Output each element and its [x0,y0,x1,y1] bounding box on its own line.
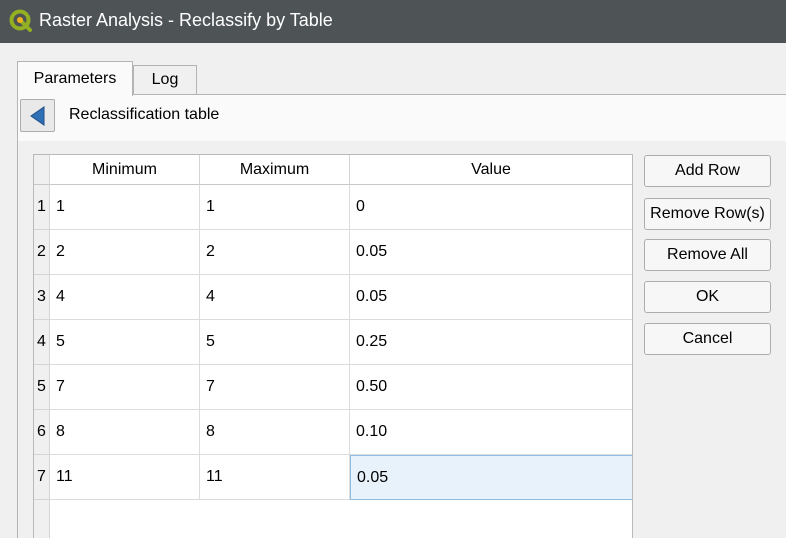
reclassify-body: Minimum Maximum Value 1 1 1 0 2 2 2 0.05 3 4 4 0.05 4 5 5… [18,141,786,538]
row-header[interactable]: 1 [34,185,50,230]
row-header[interactable]: 5 [34,365,50,410]
table-cell-maximum[interactable]: 8 [200,410,350,455]
table-cell-minimum[interactable]: 11 [50,455,200,500]
table-cell-maximum[interactable]: 7 [200,365,350,410]
remove-rows-button[interactable]: Remove Row(s) [644,198,771,230]
table-cell-maximum[interactable]: 4 [200,275,350,320]
row-header[interactable]: 3 [34,275,50,320]
table-cell-value[interactable]: 0.50 [350,365,632,410]
row-header-filler [34,500,50,538]
table-cell-minimum[interactable]: 2 [50,230,200,275]
table-cell-minimum[interactable]: 4 [50,275,200,320]
ok-button[interactable]: OK [644,281,771,313]
row-header[interactable]: 2 [34,230,50,275]
column-header-value[interactable]: Value [350,155,632,185]
table-cell-maximum[interactable]: 1 [200,185,350,230]
remove-all-button[interactable]: Remove All [644,239,771,271]
parameters-panel: Reclassification table Minimum Maximum Val… [17,94,786,538]
column-header-maximum[interactable]: Maximum [200,155,350,185]
table-cell-value[interactable]: 0.10 [350,410,632,455]
qgis-logo-icon [9,9,32,32]
table-cell-minimum[interactable]: 8 [50,410,200,455]
row-header[interactable]: 6 [34,410,50,455]
tab-log[interactable]: Log [133,65,197,95]
cancel-button[interactable]: Cancel [644,323,771,355]
column-header-minimum[interactable]: Minimum [50,155,200,185]
table-corner [34,155,50,185]
title-bar: Raster Analysis - Reclassify by Table [0,0,786,43]
reclassification-table: Minimum Maximum Value 1 1 1 0 2 2 2 0.05 3 4 4 0.05 4 5 5… [33,154,633,538]
tab-parameters[interactable]: Parameters [17,61,133,96]
table-cell-value[interactable]: 0.05 [350,455,632,500]
back-button[interactable] [20,99,55,132]
row-header[interactable]: 7 [34,455,50,500]
table-cell-minimum[interactable]: 5 [50,320,200,365]
add-row-button[interactable]: Add Row [644,155,771,187]
table-cell-maximum[interactable]: 11 [200,455,350,500]
table-cell-value[interactable]: 0.05 [350,275,632,320]
section-title: Reclassification table [69,106,220,123]
panel-header: Reclassification table [18,95,786,141]
table-cell-value[interactable]: 0.05 [350,230,632,275]
table-cell-value[interactable]: 0 [350,185,632,230]
table-cell-minimum[interactable]: 7 [50,365,200,410]
row-header[interactable]: 4 [34,320,50,365]
window-title: Raster Analysis - Reclassify by Table [39,10,333,30]
table-cell-value[interactable]: 0.25 [350,320,632,365]
table-cell-maximum[interactable]: 2 [200,230,350,275]
table-cell-maximum[interactable]: 5 [200,320,350,365]
triangle-left-icon [29,105,44,126]
table-cell-minimum[interactable]: 1 [50,185,200,230]
